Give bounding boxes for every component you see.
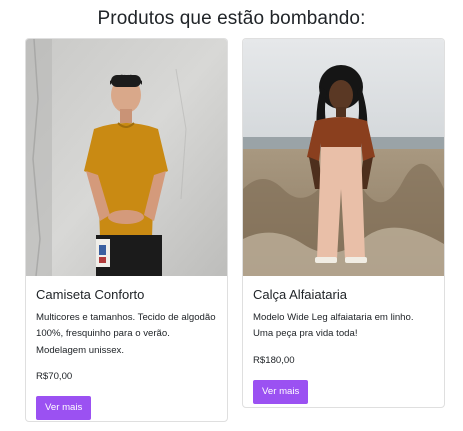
product-card-camiseta: Camiseta Conforto Multicores e tamanhos.… — [25, 38, 228, 422]
ver-mais-button[interactable]: Ver mais — [36, 396, 92, 421]
product-title: Camiseta Conforto — [36, 287, 145, 302]
product-body-calca: Calça Alfaiataria Modelo Wide Leg alfaia… — [253, 287, 436, 404]
product-description: Modelo Wide Leg alfaiataria em linho. Um… — [253, 312, 414, 340]
product-price: R$180,00 — [253, 354, 295, 366]
product-body-camiseta: Camiseta Conforto Multicores e tamanhos.… — [36, 287, 219, 421]
product-description: Multicores e tamanhos. Tecido de algodão… — [36, 312, 216, 356]
product-card-calca: Calça Alfaiataria Modelo Wide Leg alfaia… — [242, 38, 445, 408]
ver-mais-button[interactable]: Ver mais — [253, 379, 309, 404]
product-title: Calça Alfaiataria — [253, 287, 347, 302]
section-title: Produtos que estão bombando: — [97, 8, 366, 29]
product-image-calca — [243, 39, 444, 276]
product-price: R$70,00 — [36, 371, 73, 383]
product-image-camiseta — [26, 39, 227, 276]
